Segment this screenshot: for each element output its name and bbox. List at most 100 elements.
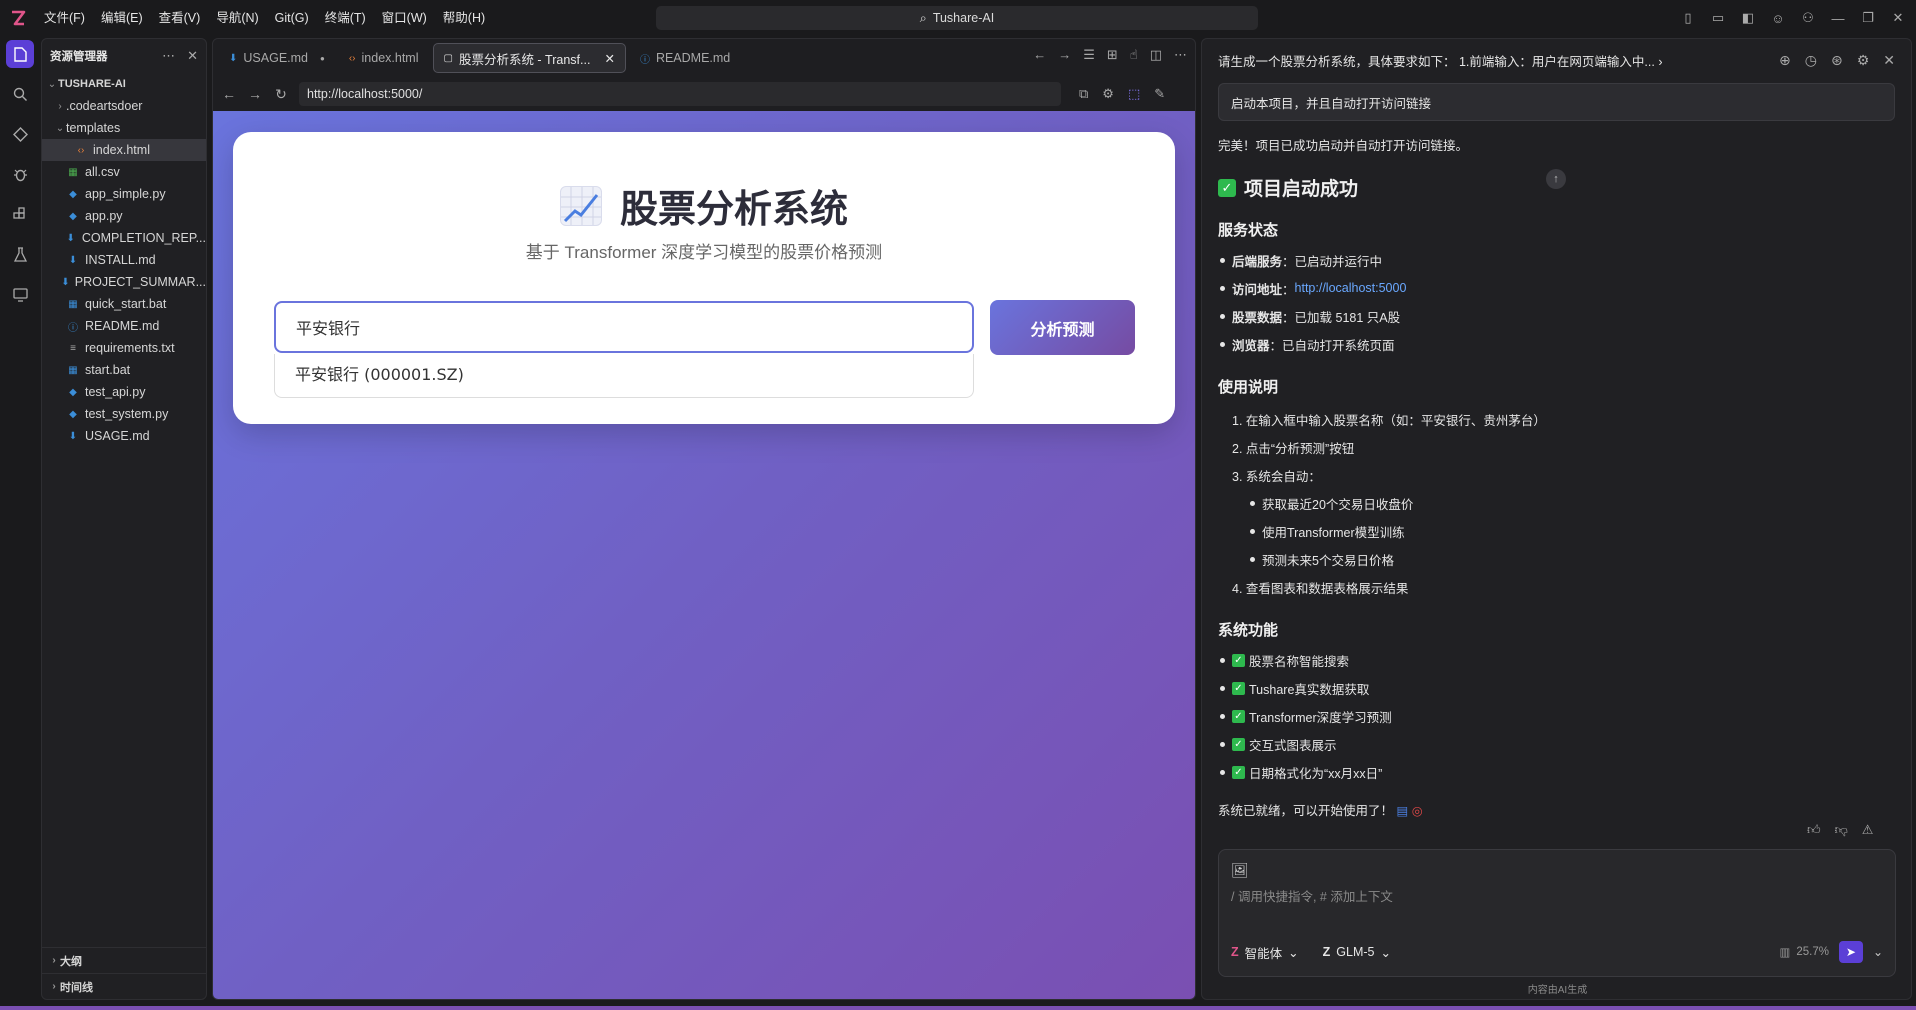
tree-root[interactable]: ⌄ TUSHARE-AI: [42, 73, 206, 95]
inspect-icon[interactable]: ⬚: [1128, 86, 1140, 102]
toggle-panel-icon[interactable]: ▭: [1710, 10, 1726, 26]
access-url-link[interactable]: http://localhost:5000: [1295, 281, 1407, 295]
status-item: 后端服务：已启动并运行中: [1218, 246, 1895, 274]
split-editor-icon[interactable]: ◫: [1150, 47, 1162, 63]
feedback-buttons: 👍︎ 👎︎ ⚠: [1807, 822, 1873, 838]
editor-tab[interactable]: ▢ 股票分析系统 - Transf... ✕: [432, 43, 626, 73]
modified-dot-icon: ●: [320, 53, 325, 63]
tree-item[interactable]: ◆ app.py: [42, 205, 206, 227]
chevron-down-icon[interactable]: ⌄: [1873, 945, 1883, 959]
menu-item[interactable]: 窗口(W): [374, 0, 435, 36]
settings-icon[interactable]: ⚙: [1857, 52, 1870, 69]
command-center-search[interactable]: ⌕ Tushare-AI: [656, 6, 1258, 30]
tools-icon[interactable]: ✎: [1154, 86, 1165, 102]
tree-item-label: COMPLETION_REP...: [81, 231, 206, 245]
devtools-icon[interactable]: ⚙: [1102, 86, 1114, 102]
agent-selector[interactable]: Z 智能体 ⌄: [1231, 943, 1299, 962]
history-icon[interactable]: ◷: [1805, 52, 1817, 69]
menu-item[interactable]: 帮助(H): [435, 0, 493, 36]
menu-item[interactable]: 文件(F): [36, 0, 93, 36]
tree-item[interactable]: ⬇ INSTALL.md: [42, 249, 206, 271]
chat-input-box: 🖼︎ Z 智能体 ⌄ Z GLM-5 ⌄ ▥ 25.7% ➤ ⌄: [1218, 849, 1896, 977]
tree-item[interactable]: › .codeartsdoer: [42, 95, 206, 117]
remote-explorer-icon[interactable]: [6, 280, 34, 308]
status-key: 浏览器: [1232, 338, 1270, 353]
close-icon[interactable]: ✕: [1883, 52, 1895, 69]
window-controls: ▯ ▭ ◧ ☺ ⚇ — ❐ ✕: [1680, 0, 1906, 36]
source-control-icon[interactable]: [6, 120, 34, 148]
tree-item[interactable]: ◆ test_api.py: [42, 381, 206, 403]
more-actions-icon[interactable]: ⋯: [162, 48, 175, 64]
open-external-icon[interactable]: ⧉: [1079, 86, 1088, 102]
timeline-section[interactable]: › 时间线: [42, 973, 206, 999]
reload-icon[interactable]: ↻: [273, 86, 289, 103]
image-attach-icon[interactable]: 🖼︎: [1231, 862, 1249, 879]
tree-item[interactable]: ⌄ templates: [42, 117, 206, 139]
pointer-icon[interactable]: ☝: [1130, 47, 1138, 63]
send-button[interactable]: ➤: [1838, 941, 1863, 963]
tree-item[interactable]: ⬇ USAGE.md: [42, 425, 206, 447]
extensions-icon[interactable]: [6, 200, 34, 228]
toggle-secondary-sidebar-icon[interactable]: ◧: [1740, 10, 1756, 26]
html-tab-icon: ‹›: [348, 52, 356, 64]
suggestion-item[interactable]: 平安银行 (000001.SZ): [275, 354, 973, 396]
tree-item[interactable]: ⬇ COMPLETION_REP...: [42, 227, 206, 249]
tree-item[interactable]: ▦ start.bat: [42, 359, 206, 381]
usage-heading: 使用说明: [1218, 379, 1279, 396]
step-item: 2. 点击“分析预测”按钮: [1232, 441, 1355, 456]
close-panel-icon[interactable]: ✕: [187, 48, 198, 64]
url-text: http://localhost:5000/: [307, 87, 423, 101]
feature-item: ✓ 交互式图表展示: [1218, 730, 1895, 758]
menu-item[interactable]: 查看(V): [151, 0, 209, 36]
feedback-smile-icon[interactable]: ☺: [1770, 10, 1786, 26]
thumbs-up-icon[interactable]: 👍︎: [1807, 822, 1821, 838]
stock-search-input[interactable]: [274, 301, 974, 353]
forward-icon[interactable]: →: [247, 86, 263, 102]
analyze-button[interactable]: 分析预测: [990, 300, 1135, 355]
tree-item[interactable]: ▦ quick_start.bat: [42, 293, 206, 315]
tree-item[interactable]: ▦ all.csv: [42, 161, 206, 183]
debug-icon[interactable]: [6, 160, 34, 188]
more-icon[interactable]: ⋯: [1174, 47, 1187, 63]
menu-item[interactable]: 导航(N): [208, 0, 266, 36]
minimize-icon[interactable]: —: [1830, 10, 1846, 26]
toggle-sidebar-icon[interactable]: ▯: [1680, 10, 1696, 26]
editor-tab[interactable]: ‹› index.html: [339, 43, 429, 73]
chat-title[interactable]: 请生成一个股票分析系统，具体要求如下： 1.前端输入：用户在网页端输入中... …: [1218, 51, 1662, 70]
model-selector[interactable]: Z GLM-5 ⌄: [1323, 943, 1391, 962]
restore-icon[interactable]: ❐: [1860, 10, 1876, 26]
tree-item[interactable]: ◆ app_simple.py: [42, 183, 206, 205]
tree-item[interactable]: ◆ test_system.py: [42, 403, 206, 425]
search-label: Tushare-AI: [932, 11, 995, 25]
editor-tab[interactable]: ⓘ README.md: [630, 43, 740, 73]
feature-item: ✓ 股票名称智能搜索: [1218, 646, 1895, 674]
chat-input[interactable]: [1231, 890, 1881, 904]
close-icon[interactable]: ✕: [1890, 10, 1906, 26]
list-icon[interactable]: ☰: [1083, 47, 1095, 63]
menu-item[interactable]: 编辑(E): [93, 0, 151, 36]
tree-item[interactable]: ⬇ PROJECT_SUMMAR...: [42, 271, 206, 293]
menu-item[interactable]: 终端(T): [317, 0, 374, 36]
account-icon[interactable]: ⚇: [1800, 10, 1816, 26]
arrow-left-icon[interactable]: ←: [1033, 47, 1046, 63]
warning-icon[interactable]: ⚠: [1862, 822, 1874, 838]
editor-tab[interactable]: ⬇ USAGE.md ●: [219, 43, 335, 73]
tree-item[interactable]: ⓘ README.md: [42, 315, 206, 337]
arrow-right-icon[interactable]: →: [1058, 47, 1071, 63]
tree-item[interactable]: ≡ requirements.txt: [42, 337, 206, 359]
menu-item[interactable]: Git(G): [267, 0, 317, 36]
grid-icon[interactable]: ⊞: [1107, 47, 1118, 63]
new-chat-icon[interactable]: ⊕: [1779, 52, 1791, 69]
explorer-icon[interactable]: [6, 40, 34, 68]
thumbs-down-icon[interactable]: 👎︎: [1835, 822, 1848, 838]
back-icon[interactable]: ←: [221, 86, 237, 102]
outline-section[interactable]: › 大纲: [42, 947, 206, 973]
close-tab-icon[interactable]: ✕: [604, 51, 614, 66]
mcp-icon[interactable]: ⊛: [1831, 52, 1843, 69]
search-icon[interactable]: [6, 80, 34, 108]
tree-item[interactable]: ‹› index.html: [42, 139, 206, 161]
scroll-to-top-icon[interactable]: ↑: [1546, 169, 1566, 189]
testing-flask-icon[interactable]: [6, 240, 34, 268]
feature-label: 交互式图表展示: [1249, 738, 1337, 753]
url-input[interactable]: http://localhost:5000/: [299, 82, 1061, 106]
